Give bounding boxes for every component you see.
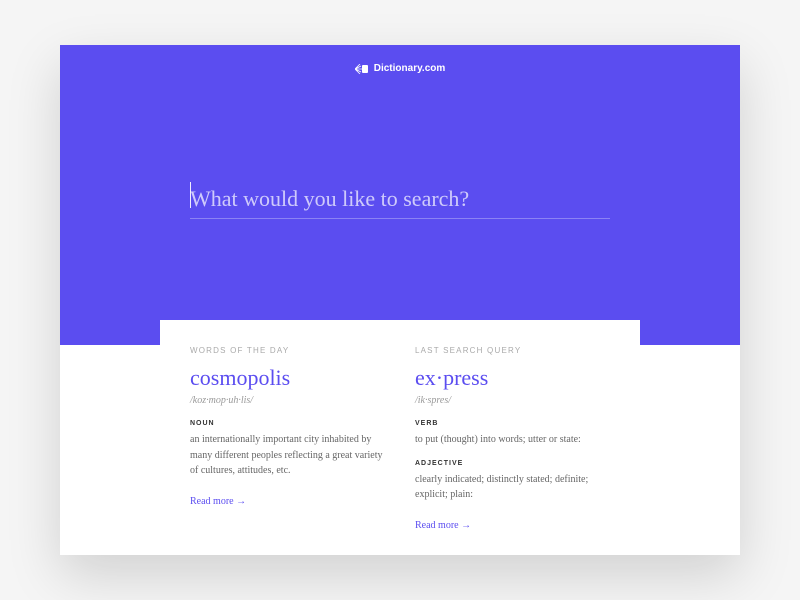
search-container — [190, 180, 610, 219]
content-cards: WORDS OF THE DAY cosmopolis /koz·mop·uh·… — [160, 320, 640, 555]
read-more-link[interactable]: Read more → — [415, 520, 471, 531]
part-of-speech: VERB — [415, 420, 610, 427]
last-search-card: LAST SEARCH QUERY ex·press /ik·spres/ VE… — [415, 346, 610, 533]
card-label: WORDS OF THE DAY — [190, 346, 385, 355]
part-of-speech: ADJECTIVE — [415, 460, 610, 467]
part-of-speech: NOUN — [190, 420, 385, 427]
hero-section: Dictionary.com — [60, 45, 740, 345]
word-title[interactable]: cosmopolis — [190, 365, 385, 391]
search-input[interactable] — [190, 180, 610, 219]
brand-name: Dictionary.com — [374, 63, 446, 74]
read-more-link[interactable]: Read more → — [190, 496, 246, 507]
definition: clearly indicated; distinctly stated; de… — [415, 472, 610, 503]
logo-icon — [355, 64, 369, 74]
pronunciation: /ik·spres/ — [415, 395, 610, 406]
definition: an internationally important city inhabi… — [190, 432, 385, 479]
text-cursor — [190, 182, 191, 208]
word-of-day-card: WORDS OF THE DAY cosmopolis /koz·mop·uh·… — [190, 346, 385, 533]
app-window: Dictionary.com WORDS OF THE DAY cosmopol… — [60, 45, 740, 555]
pronunciation: /koz·mop·uh·lis/ — [190, 395, 385, 406]
card-label: LAST SEARCH QUERY — [415, 346, 610, 355]
definition: to put (thought) into words; utter or st… — [415, 432, 610, 448]
word-title[interactable]: ex·press — [415, 365, 610, 391]
brand-logo[interactable]: Dictionary.com — [60, 63, 740, 74]
